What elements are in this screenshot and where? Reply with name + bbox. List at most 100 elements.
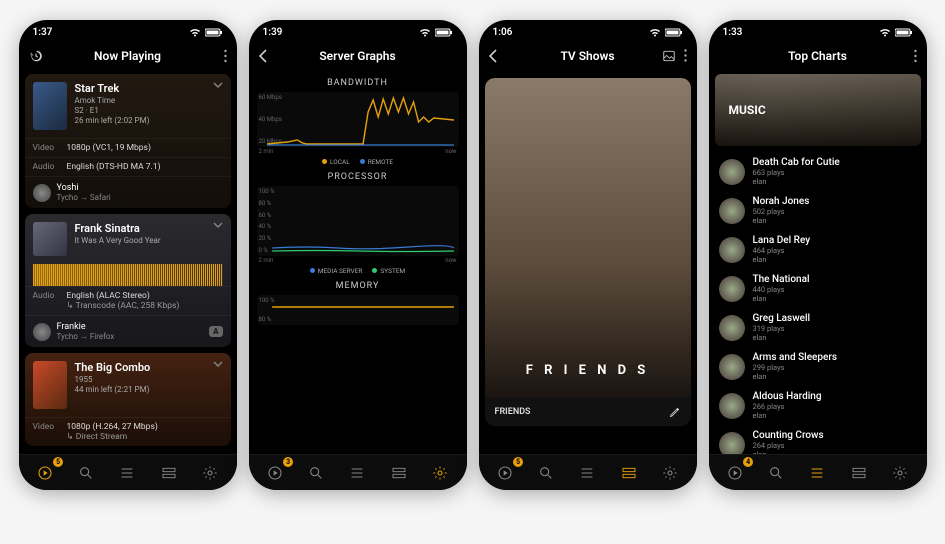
tab-search[interactable]	[760, 459, 792, 487]
artist-thumb	[719, 276, 745, 302]
tab-search[interactable]	[70, 459, 102, 487]
artist-thumb	[719, 237, 745, 263]
clock: 1:06	[493, 27, 513, 38]
artist-plays: 663 plays	[753, 168, 917, 177]
phone-tv-shows: 1:06 TV Shows F R I E N D S FRIENDS	[479, 20, 697, 490]
more-icon[interactable]	[684, 49, 687, 63]
more-icon[interactable]	[914, 50, 917, 63]
phone-top-charts: 1:33 Top Charts MUSIC Death Cab for Cuti…	[709, 20, 927, 490]
tab-servers[interactable]	[613, 459, 645, 487]
artist-name: Aldous Harding	[753, 391, 917, 402]
nowplaying-card[interactable]: The Big Combo 1955 44 min left (2:21 PM)…	[25, 353, 231, 446]
remaining: 26 min left (2:02 PM)	[75, 116, 150, 125]
avatar	[33, 184, 51, 202]
poster	[33, 82, 67, 130]
media-year: 1955	[75, 375, 151, 384]
hero-banner[interactable]: MUSIC	[715, 74, 921, 146]
section-bandwidth: BANDWIDTH	[255, 78, 461, 88]
chart-item[interactable]: Death Cab for Cutie663 playselan	[715, 152, 921, 191]
artist-plays: 299 plays	[753, 363, 917, 372]
nowplaying-card[interactable]: Frank Sinatra It Was A Very Good Year Au…	[25, 214, 231, 347]
chart-item[interactable]: Norah Jones502 playselan	[715, 191, 921, 230]
tab-servers[interactable]	[843, 459, 875, 487]
phone-now-playing: 1:37 Now Playing Star Trek	[19, 20, 237, 490]
back-icon[interactable]	[259, 49, 267, 63]
clock: 1:39	[263, 27, 283, 38]
chart-item[interactable]: Arms and Sleepers299 playselan	[715, 347, 921, 386]
owner: elan	[753, 411, 917, 420]
tv-card[interactable]: F R I E N D S FRIENDS	[485, 78, 691, 426]
media-subtitle: It Was A Very Good Year	[75, 236, 161, 245]
header: Server Graphs	[249, 42, 467, 70]
artist-name: Arms and Sleepers	[753, 352, 917, 363]
phone-server-graphs: 1:39 Server Graphs BANDWIDTH 60 Mbps 40 …	[249, 20, 467, 490]
owner: elan	[753, 177, 917, 186]
battery-icon	[895, 28, 913, 37]
tab-search[interactable]	[300, 459, 332, 487]
media-title: Star Trek	[75, 82, 150, 95]
back-icon[interactable]	[489, 49, 497, 63]
media-title: The Big Combo	[75, 361, 151, 374]
tab-bar: 3	[249, 454, 467, 490]
image-icon[interactable]	[662, 49, 676, 63]
avatar	[33, 323, 51, 341]
chevron-down-icon[interactable]	[213, 82, 223, 130]
tab-servers[interactable]	[383, 459, 415, 487]
tab-nowplaying[interactable]: 5	[489, 459, 521, 487]
chart-item[interactable]: Greg Laswell319 playselan	[715, 308, 921, 347]
waveform	[33, 264, 223, 286]
chart-bandwidth: 60 Mbps 40 Mbps 20 Mbps	[257, 92, 459, 147]
status-bar: 1:33	[709, 20, 927, 42]
nowplaying-card[interactable]: Star Trek Amok Time S2 · E1 26 min left …	[25, 74, 231, 208]
tab-list[interactable]	[571, 459, 603, 487]
tab-list[interactable]	[801, 459, 833, 487]
user-name: Frankie	[57, 322, 204, 332]
artist-thumb	[719, 393, 745, 419]
wifi-icon	[419, 28, 431, 37]
tab-settings[interactable]	[654, 459, 686, 487]
chart-item[interactable]: The National440 playselan	[715, 269, 921, 308]
page-title: Top Charts	[788, 49, 847, 63]
artist-name: The National	[753, 274, 917, 285]
more-icon[interactable]	[224, 50, 227, 63]
header: Now Playing	[19, 42, 237, 70]
tab-settings[interactable]	[424, 459, 456, 487]
episode: S2 · E1	[75, 106, 150, 115]
header: TV Shows	[479, 42, 697, 70]
chevron-down-icon[interactable]	[213, 222, 223, 256]
tab-nowplaying[interactable]: 4	[719, 459, 751, 487]
battery-icon	[205, 28, 223, 37]
artist-name: Lana Del Rey	[753, 235, 917, 246]
tab-servers[interactable]	[153, 459, 185, 487]
artist-name: Norah Jones	[753, 196, 917, 207]
chart-item[interactable]: Counting Crows264 playselan	[715, 425, 921, 454]
artist-thumb	[719, 159, 745, 185]
page-title: Server Graphs	[319, 49, 395, 63]
chart-item[interactable]: Lana Del Rey464 playselan	[715, 230, 921, 269]
page-title: Now Playing	[94, 49, 161, 63]
clock: 1:37	[33, 27, 53, 38]
tab-bar: 4	[709, 454, 927, 490]
tab-search[interactable]	[530, 459, 562, 487]
chevron-down-icon[interactable]	[213, 361, 223, 409]
battery-icon	[435, 28, 453, 37]
tab-list[interactable]	[341, 459, 373, 487]
badge: 3	[283, 457, 293, 467]
status-bar: 1:37	[19, 20, 237, 42]
chart-item[interactable]: Aldous Harding266 playselan	[715, 386, 921, 425]
tab-list[interactable]	[111, 459, 143, 487]
badge: 5	[513, 457, 523, 467]
tab-nowplaying[interactable]: 5	[29, 459, 61, 487]
user-name: Yoshi	[57, 183, 111, 193]
edit-icon[interactable]	[669, 406, 681, 418]
remaining: 44 min left (2:21 PM)	[75, 385, 151, 394]
tab-nowplaying[interactable]: 3	[259, 459, 291, 487]
owner: elan	[753, 216, 917, 225]
battery-icon	[665, 28, 683, 37]
tab-settings[interactable]	[194, 459, 226, 487]
history-icon[interactable]	[29, 49, 43, 63]
status-bar: 1:06	[479, 20, 697, 42]
artist-thumb	[719, 198, 745, 224]
status-bar: 1:39	[249, 20, 467, 42]
tab-settings[interactable]	[884, 459, 916, 487]
